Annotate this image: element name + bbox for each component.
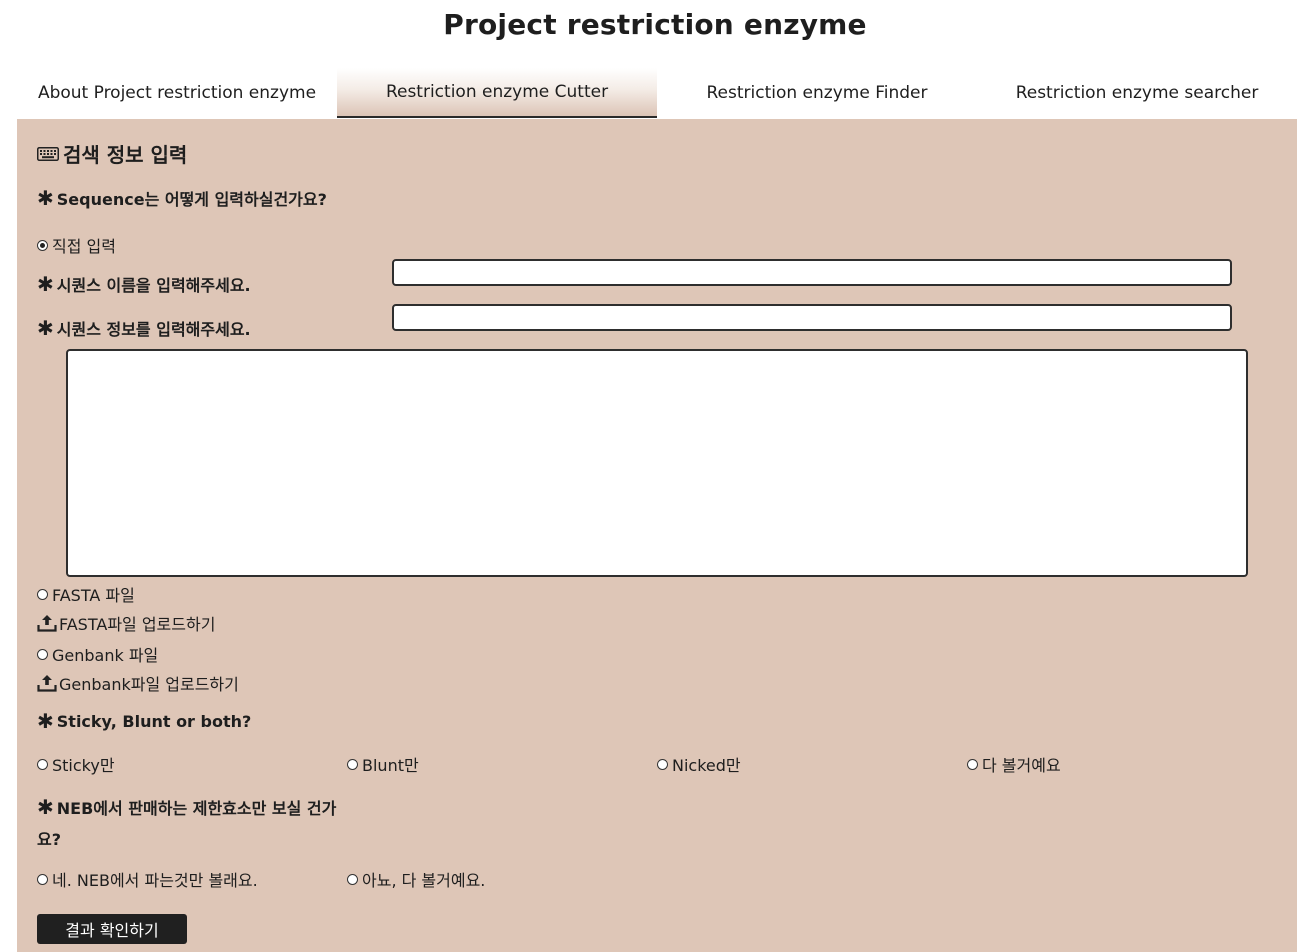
seq-name-label: ✱ 시퀀스 이름을 입력해주세요.	[37, 272, 251, 296]
tab-bar: About Project restriction enzyme Restric…	[17, 68, 1297, 118]
question-text: Sticky, Blunt or both?	[56, 711, 252, 731]
required-star: ✱	[37, 709, 54, 733]
question-input-method: ✱ Sequence는 어떻게 입력하실건가요?	[37, 186, 327, 210]
radio-neb-only[interactable]: 네. NEB에서 파는것만 볼래요.	[37, 867, 258, 891]
question-end-type: ✱ Sticky, Blunt or both?	[37, 711, 251, 731]
tab-cutter[interactable]: Restriction enzyme Cutter	[337, 68, 657, 118]
upload-label: FASTA파일 업로드하기	[59, 615, 216, 634]
search-form-panel: 검색 정보 입력 ✱ Sequence는 어떻게 입력하실건가요? 직접 입력 …	[17, 119, 1297, 952]
sequence-textarea[interactable]	[66, 349, 1248, 577]
upload-label: Genbank파일 업로드하기	[59, 675, 239, 694]
question-neb-line1: ✱ NEB에서 판매하는 제한효소만 보실 건가	[37, 795, 336, 819]
radio-label: 아뇨, 다 볼거예요.	[362, 871, 486, 890]
radio-button[interactable]	[347, 758, 358, 770]
required-star: ✱	[37, 795, 54, 819]
required-star: ✱	[37, 186, 54, 210]
radio-label: Genbank 파일	[52, 646, 159, 665]
page-title: Project restriction enzyme	[443, 8, 867, 41]
radio-label: 네. NEB에서 파는것만 볼래요.	[52, 871, 258, 890]
radio-label: FASTA 파일	[52, 586, 135, 605]
upload-icon	[37, 615, 57, 632]
radio-label: Nicked만	[672, 756, 741, 775]
radio-label: 직접 입력	[52, 237, 116, 256]
radio-button[interactable]	[967, 758, 978, 770]
tab-searcher[interactable]: Restriction enzyme searcher	[977, 68, 1297, 118]
radio-genbank-file[interactable]: Genbank 파일	[37, 642, 158, 666]
radio-sticky[interactable]: Sticky만	[37, 752, 115, 776]
section-title: 검색 정보 입력	[37, 139, 187, 168]
upload-icon	[37, 675, 57, 692]
seq-name-input[interactable]	[392, 259, 1232, 286]
radio-button[interactable]	[37, 873, 48, 885]
radio-fasta-file[interactable]: FASTA 파일	[37, 582, 135, 606]
question-text: NEB에서 판매하는 제한효소만 보실 건가	[56, 799, 337, 818]
radio-label: 다 볼거예요	[982, 756, 1061, 775]
radio-button[interactable]	[37, 648, 48, 660]
label-text: 시퀀스 이름을 입력해주세요.	[56, 276, 251, 295]
radio-button[interactable]	[347, 873, 358, 885]
radio-blunt[interactable]: Blunt만	[347, 752, 419, 776]
seq-info-label: ✱ 시퀀스 정보를 입력해주세요.	[37, 316, 251, 340]
submit-button[interactable]: 결과 확인하기	[37, 914, 187, 944]
fasta-upload-button[interactable]: FASTA파일 업로드하기	[37, 611, 215, 635]
radio-neb-all[interactable]: 아뇨, 다 볼거예요.	[347, 867, 485, 891]
required-star: ✱	[37, 272, 54, 296]
tab-finder[interactable]: Restriction enzyme Finder	[657, 68, 977, 118]
radio-button[interactable]	[37, 758, 48, 770]
radio-button[interactable]	[657, 758, 668, 770]
tab-about[interactable]: About Project restriction enzyme	[17, 68, 337, 118]
radio-button[interactable]	[37, 239, 48, 251]
radio-label: Blunt만	[362, 756, 419, 775]
question-text: Sequence는 어떻게 입력하실건가요?	[56, 190, 327, 209]
keyboard-icon	[37, 146, 59, 161]
radio-button[interactable]	[37, 588, 48, 600]
genbank-upload-button[interactable]: Genbank파일 업로드하기	[37, 671, 239, 695]
radio-direct-input[interactable]: 직접 입력	[37, 233, 116, 257]
question-text: 요?	[37, 830, 62, 849]
section-title-text: 검색 정보 입력	[63, 143, 188, 167]
radio-label: Sticky만	[52, 756, 115, 775]
seq-info-input[interactable]	[392, 304, 1232, 331]
radio-all-ends[interactable]: 다 볼거예요	[967, 752, 1061, 776]
question-neb-line2: 요?	[37, 826, 61, 850]
radio-nicked[interactable]: Nicked만	[657, 752, 741, 776]
label-text: 시퀀스 정보를 입력해주세요.	[56, 320, 251, 339]
required-star: ✱	[37, 316, 54, 340]
